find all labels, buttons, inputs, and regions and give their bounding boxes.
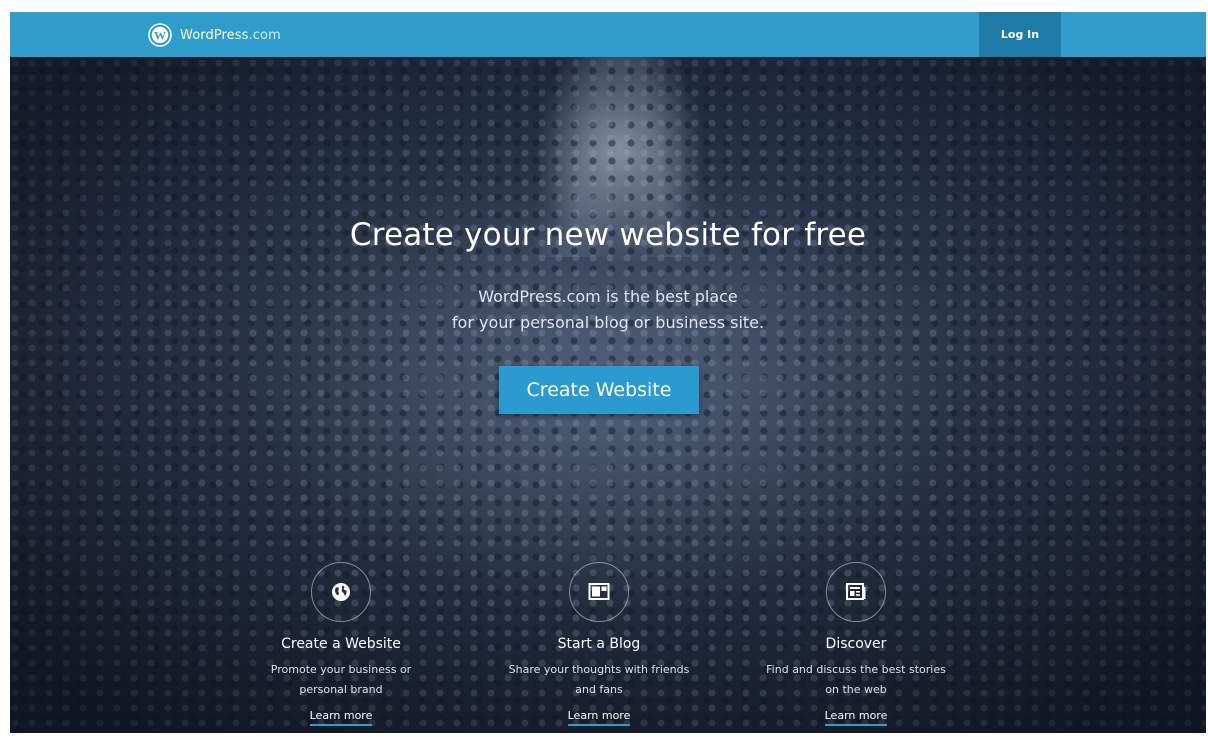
create-website-button[interactable]: Create Website <box>499 366 699 414</box>
brand-logo[interactable]: W WordPress.com <box>148 22 281 48</box>
learn-more-link[interactable]: Learn more <box>309 709 373 726</box>
login-button[interactable]: Log In <box>979 12 1061 57</box>
feature-description-line: and fans <box>575 683 623 696</box>
feature-description-line: Promote your business or <box>270 663 412 676</box>
feature-description-line: on the web <box>825 683 887 696</box>
feature-description-line: Find and discuss the best stories <box>766 663 946 676</box>
learn-more-link[interactable]: Learn more <box>567 709 631 726</box>
feature-description-line: Share your thoughts with friends <box>508 663 690 676</box>
globe-icon <box>332 583 350 601</box>
feature-description: Promote your business or personal brand <box>231 660 451 700</box>
hero-subtitle-line2: for your personal blog or business site. <box>451 313 765 332</box>
feature-description-line: personal brand <box>299 683 383 696</box>
brand-name: WordPress <box>180 27 249 43</box>
reader-icon <box>846 583 866 600</box>
masthead: W WordPress.com Log In <box>10 12 1206 57</box>
feature-title: Start a Blog <box>557 636 641 652</box>
feature-title: Discover <box>825 636 887 652</box>
brand-wordmark: WordPress.com <box>180 28 281 43</box>
learn-more-link[interactable]: Learn more <box>824 709 888 726</box>
feature-description: Share your thoughts with friends and fan… <box>489 660 709 700</box>
feature-title: Create a Website <box>281 636 401 652</box>
feature-icon-circle <box>311 562 371 622</box>
brand-tld: .com <box>248 27 281 43</box>
svg-text:W: W <box>154 28 166 42</box>
feature-start-blog: Start a Blog Share your thoughts with fr… <box>489 562 709 726</box>
blog-layout-icon <box>588 583 610 600</box>
feature-description: Find and discuss the best stories on the… <box>746 660 966 700</box>
feature-icon-circle <box>826 562 886 622</box>
wordpress-logo-icon: W <box>148 23 172 47</box>
hero-section: Create your new website for free WordPre… <box>10 57 1206 733</box>
feature-discover: Discover Find and discuss the best stori… <box>746 562 966 726</box>
browser-viewport: W WordPress.com Log In Create your new w… <box>10 12 1206 733</box>
feature-icon-circle <box>569 562 629 622</box>
hero-headline: Create your new website for free <box>349 217 867 253</box>
hero-subtitle-line1: WordPress.com is the best place <box>478 287 738 306</box>
feature-create-website: Create a Website Promote your business o… <box>231 562 451 726</box>
